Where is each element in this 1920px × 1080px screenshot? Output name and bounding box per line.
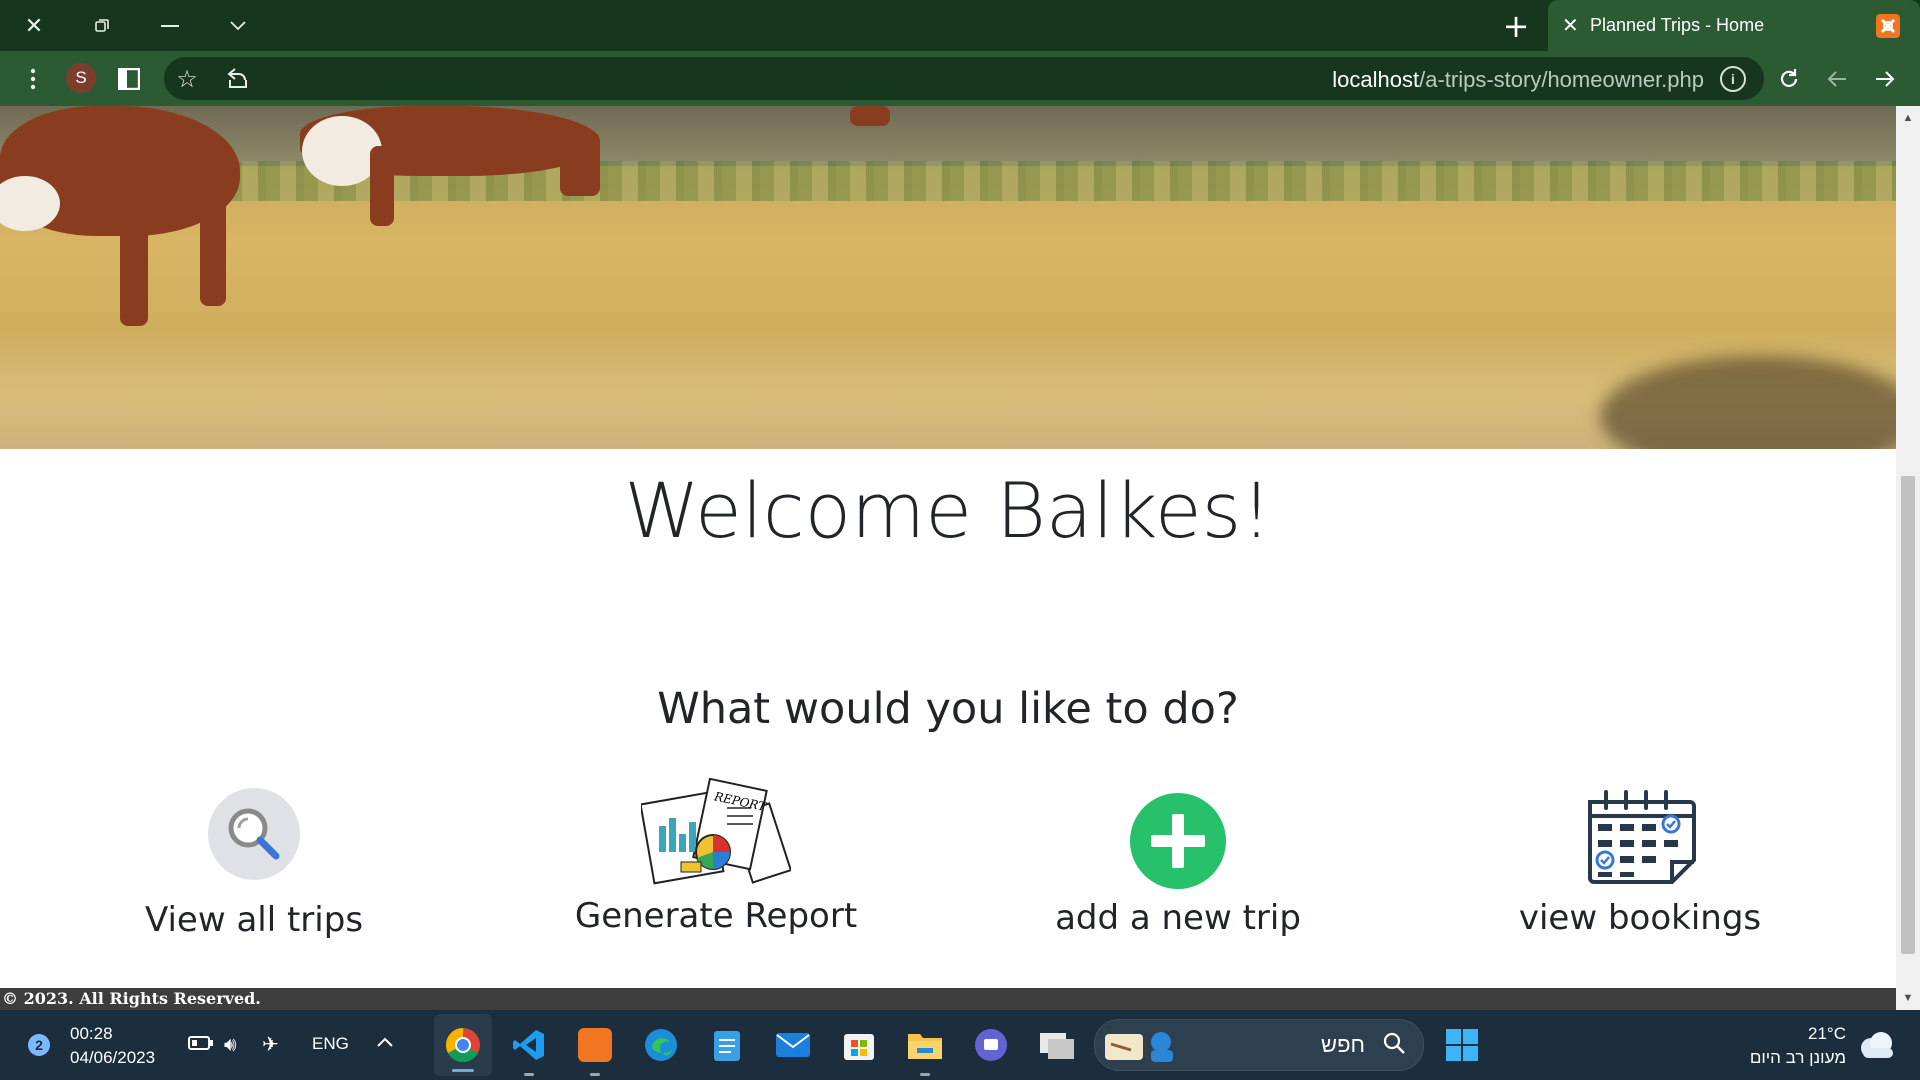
battery-icon[interactable] <box>188 1032 214 1056</box>
airplane-mode-icon[interactable]: ✈︎ <box>262 1032 279 1056</box>
tab-close-icon[interactable]: ✕ <box>1562 13 1579 37</box>
taskbar-edge-app[interactable] <box>634 1010 688 1080</box>
report-icon[interactable]: REPORT <box>516 778 916 888</box>
minimize-window-icon[interactable] <box>140 0 200 51</box>
weather-temperature: 21°C <box>1808 1024 1846 1043</box>
xampp-favicon-icon <box>1876 14 1900 38</box>
page-scrollbar[interactable]: ▲ ▼ <box>1896 106 1920 1010</box>
profile-avatar[interactable]: S <box>66 63 96 93</box>
magnifier-icon <box>1383 1032 1405 1060</box>
weather-description: מעונן רב היום <box>1749 1048 1846 1067</box>
notepad-icon <box>714 1031 740 1061</box>
scroll-up-icon[interactable]: ▲ <box>1896 106 1920 130</box>
reload-icon[interactable] <box>1766 51 1812 106</box>
clock-time: 00:28 <box>70 1024 113 1043</box>
taskbar-store-app[interactable] <box>832 1010 886 1080</box>
generate-report-label[interactable]: Generate Report <box>516 896 916 936</box>
notification-badge[interactable]: 2 <box>28 1034 50 1056</box>
welcome-heading: Welcome Balkes! <box>624 466 1272 555</box>
taskbar-file-explorer-app[interactable] <box>898 1010 952 1080</box>
browser-address-bar: S ☆ localhost/a-trips-story/homeowner.ph… <box>0 51 1920 106</box>
show-hidden-icons-chevron-icon[interactable] <box>376 1030 394 1054</box>
folder-icon <box>908 1034 942 1059</box>
sidebar-icon[interactable] <box>106 51 152 106</box>
add-new-trip-label[interactable]: add a new trip <box>978 898 1378 938</box>
volume-icon[interactable]: 🔊︎ <box>224 1032 237 1056</box>
tab-title: Planned Trips - Home <box>1590 15 1765 35</box>
taskbar-xampp-app[interactable] <box>568 1010 622 1080</box>
windows-logo-icon <box>1446 1029 1478 1061</box>
clock-date: 04/06/2023 <box>70 1048 156 1067</box>
hero-background-path <box>0 106 1896 166</box>
store-icon <box>844 1034 874 1060</box>
omnibox[interactable]: ☆ localhost/a-trips-story/homeowner.php … <box>164 57 1764 100</box>
start-button[interactable] <box>1434 1010 1490 1080</box>
taskbar-task-view-app[interactable] <box>1030 1010 1084 1080</box>
task-view-icon <box>1040 1033 1074 1059</box>
tab-list-chevron-icon[interactable] <box>208 0 268 51</box>
hero-grass-strip <box>0 161 1896 201</box>
site-info-icon[interactable]: i <box>1720 66 1746 92</box>
chrome-icon <box>446 1028 480 1062</box>
forward-arrow-icon[interactable] <box>1862 51 1908 106</box>
clock[interactable]: 00:28 04/06/2023 <box>70 1022 155 1070</box>
view-bookings-label[interactable]: view bookings <box>1440 898 1840 938</box>
vscode-icon <box>513 1030 544 1060</box>
new-tab-button[interactable]: + <box>1486 0 1546 51</box>
taskbar-chrome-app[interactable] <box>434 1014 492 1076</box>
weather-widget[interactable]: 21°C מעונן רב היום <box>1750 1022 1846 1070</box>
taskbar-vscode-app[interactable] <box>502 1010 556 1080</box>
scroll-down-icon[interactable]: ▼ <box>1896 986 1920 1010</box>
tree-shadow-shape <box>1600 356 1896 449</box>
cow-leg-shape <box>560 136 600 196</box>
chat-icon <box>975 1029 1007 1061</box>
taskbar-mail-app[interactable] <box>766 1010 820 1080</box>
url-text[interactable]: localhost/a-trips-story/homeowner.php <box>1332 67 1704 93</box>
edge-icon <box>645 1029 677 1061</box>
tab-planned-trips[interactable]: ✕ Planned Trips - Home <box>1548 0 1920 51</box>
restore-window-icon[interactable] <box>72 0 132 51</box>
browser-title-bar: ✕ + ✕ Planned Trips - Home <box>0 0 1920 51</box>
question-heading: What would you like to do? <box>657 684 1239 734</box>
weather-cloud-icon[interactable] <box>1852 1010 1902 1080</box>
calendar-icon[interactable] <box>1440 788 1840 888</box>
cow-leg-shape <box>200 196 226 306</box>
search-placeholder: חפש <box>1321 1032 1365 1057</box>
windows-taskbar: 2 00:28 04/06/2023 🔊︎ ✈︎ ENG חפש 21°C מע… <box>0 1010 1920 1080</box>
plus-circle-icon[interactable] <box>978 792 1378 890</box>
language-indicator[interactable]: ENG <box>312 1034 349 1054</box>
page-footer: © 2023. All Rights Reserved. <box>0 988 1896 1010</box>
browser-menu-icon[interactable] <box>10 51 56 106</box>
search-highlight-icon <box>1105 1032 1173 1062</box>
view-all-trips-label[interactable]: View all trips <box>54 900 454 940</box>
share-icon[interactable] <box>214 51 260 106</box>
mail-icon <box>776 1033 810 1057</box>
xampp-icon <box>578 1028 612 1062</box>
back-arrow-icon[interactable] <box>1814 51 1860 106</box>
scrollbar-thumb[interactable] <box>1901 476 1915 954</box>
cow-leg-shape <box>120 196 148 326</box>
page-viewport: Welcome Balkes! What would you like to d… <box>0 106 1896 1010</box>
cow-leg-shape <box>370 146 394 226</box>
hero-image-cows-field <box>0 106 1896 449</box>
bookmark-star-icon[interactable]: ☆ <box>164 51 210 106</box>
taskbar-teams-chat-app[interactable] <box>964 1010 1018 1080</box>
search-icon[interactable] <box>54 786 454 882</box>
taskbar-notepad-app[interactable] <box>700 1010 754 1080</box>
close-window-icon[interactable]: ✕ <box>4 0 64 51</box>
taskbar-search[interactable]: חפש <box>1094 1019 1424 1071</box>
cow-leg-shape <box>850 106 890 126</box>
